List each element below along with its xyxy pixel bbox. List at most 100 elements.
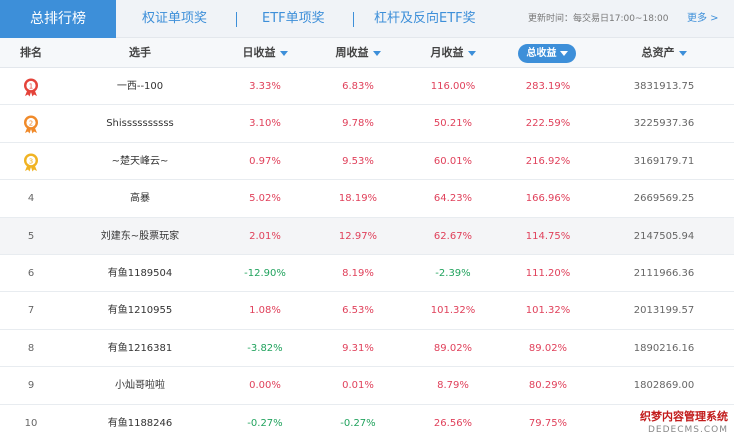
player-name[interactable]: 小灿哥啦啦 xyxy=(62,367,218,404)
total-assets: 2147505.94 xyxy=(633,230,695,242)
caret-down-icon xyxy=(559,50,568,56)
table-row[interactable]: 3 ~楚天峰云~ 0.97% 9.53% 60.01% 216.92% 3169… xyxy=(0,143,734,181)
week-return: 9.53% xyxy=(342,155,374,167)
tab-etf-award[interactable]: ETF单项奖 xyxy=(262,0,325,38)
table-row[interactable]: 2 Shissssssssss 3.10% 9.78% 50.21% 222.5… xyxy=(0,105,734,143)
day-return: 2.01% xyxy=(249,230,281,242)
sort-week-return[interactable]: 周收益 xyxy=(312,38,404,68)
total-assets: 2669569.25 xyxy=(633,193,695,205)
total-assets: 2013199.57 xyxy=(633,305,695,317)
svg-text:1: 1 xyxy=(29,82,33,90)
tab-leveraged-etf-award[interactable]: 杠杆及反向ETF奖 xyxy=(374,0,476,38)
month-return: 101.32% xyxy=(430,305,476,317)
table-row[interactable]: 9 小灿哥啦啦 0.00% 0.01% 8.79% 80.29% 1802869… xyxy=(0,367,734,405)
col-rank: 排名 xyxy=(0,38,62,68)
rank-cell: 1 xyxy=(0,68,62,105)
rank-number: 5 xyxy=(27,230,35,242)
sort-day-return[interactable]: 日收益 xyxy=(218,38,312,68)
tab-separator xyxy=(353,12,354,27)
sort-total-assets[interactable]: 总资产 xyxy=(594,38,734,68)
col-week-label: 周收益 xyxy=(335,46,369,59)
table-header: 排名 选手 日收益 周收益 月收益 总资产 xyxy=(0,38,734,68)
table-row[interactable]: 4 高暴 5.02% 18.19% 64.23% 166.96% 2669569… xyxy=(0,180,734,218)
update-time-note: 更新时间：每交易日17:00~18:00 xyxy=(528,14,669,24)
table-row[interactable]: 1 一西--100 3.33% 6.83% 116.00% 283.19% 38… xyxy=(0,68,734,106)
col-player-label: 选手 xyxy=(129,46,151,59)
total-assets: 3169179.71 xyxy=(633,155,695,167)
day-return: -0.27% xyxy=(247,417,283,429)
day-return: -3.82% xyxy=(247,342,283,354)
table-row[interactable]: 7 有鱼1210955 1.08% 6.53% 101.32% 101.32% … xyxy=(0,292,734,330)
player-name[interactable]: 刘建东~股票玩家 xyxy=(62,218,218,255)
rank-number: 10 xyxy=(24,417,38,429)
total-return: 80.29% xyxy=(528,380,568,392)
day-return: 3.10% xyxy=(249,118,281,130)
total-return: 101.32% xyxy=(525,305,571,317)
player-name[interactable]: 有鱼1189504 xyxy=(62,255,218,292)
player-name[interactable]: 有鱼1188246 xyxy=(62,405,218,442)
rank-cell: 3 xyxy=(0,143,62,180)
caret-down-icon xyxy=(467,50,476,56)
month-return: 8.79% xyxy=(437,380,469,392)
svg-text:3: 3 xyxy=(29,157,33,165)
col-month-label: 月收益 xyxy=(430,46,464,59)
total-return: 89.02% xyxy=(528,342,568,354)
player-name[interactable]: 高暴 xyxy=(62,180,218,217)
day-return: 0.00% xyxy=(249,380,281,392)
table-row[interactable]: 6 有鱼1189504 -12.90% 8.19% -2.39% 111.20%… xyxy=(0,255,734,293)
total-return: 283.19% xyxy=(525,81,571,92)
tab-bar: 总排行榜 权证单项奖 ETF单项奖 杠杆及反向ETF奖 更新时间：每交易日17:… xyxy=(0,0,734,38)
rank-number: 9 xyxy=(27,380,35,392)
table-row[interactable]: 5 刘建东~股票玩家 2.01% 12.97% 62.67% 114.75% 2… xyxy=(0,217,734,255)
player-name[interactable]: 有鱼1210955 xyxy=(62,292,218,329)
medal-icon-2: 2 xyxy=(24,115,38,134)
day-return: -12.90% xyxy=(244,267,286,279)
week-return: -0.27% xyxy=(340,417,376,429)
total-assets: 1802869.00 xyxy=(633,380,695,392)
month-return: 116.00% xyxy=(430,81,476,92)
total-assets: 3225937.36 xyxy=(633,118,695,130)
svg-text:2: 2 xyxy=(29,120,33,128)
player-name[interactable]: 有鱼1216381 xyxy=(62,330,218,367)
total-return: 166.96% xyxy=(525,193,571,205)
player-name[interactable]: 一西--100 xyxy=(62,68,218,105)
medal-icon-3: 3 xyxy=(24,153,38,172)
week-return: 18.19% xyxy=(338,193,378,205)
more-link[interactable]: 更多 > xyxy=(687,0,719,38)
site-watermark: 织梦内容管理系统 DEDECMS.COM xyxy=(620,410,728,436)
col-player: 选手 xyxy=(62,38,218,68)
total-return: 79.75% xyxy=(528,417,568,429)
month-return: 89.02% xyxy=(433,342,473,354)
week-return: 9.31% xyxy=(342,342,374,354)
total-return: 222.59% xyxy=(525,118,571,130)
player-name[interactable]: Shissssssssss xyxy=(62,105,218,142)
month-return: 50.21% xyxy=(433,118,473,130)
sort-total-return-active[interactable]: 总收益 xyxy=(518,44,576,63)
day-return: 5.02% xyxy=(249,193,281,205)
watermark-title: 织梦内容管理系统 xyxy=(640,410,728,423)
rank-number: 4 xyxy=(27,193,35,205)
month-return: 62.67% xyxy=(433,230,473,242)
caret-down-icon xyxy=(678,50,687,56)
rank-cell: 2 xyxy=(0,105,62,142)
month-return: 26.56% xyxy=(433,417,473,429)
caret-down-icon xyxy=(372,50,381,56)
total-assets: 2111966.36 xyxy=(633,267,695,279)
total-return: 216.92% xyxy=(525,155,571,167)
week-return: 6.53% xyxy=(342,305,374,317)
tab-warrant-award[interactable]: 权证单项奖 xyxy=(142,0,207,38)
table-row[interactable]: 8 有鱼1216381 -3.82% 9.31% 89.02% 89.02% 1… xyxy=(0,330,734,368)
tab-overall-ranking[interactable]: 总排行榜 xyxy=(0,0,116,38)
col-total-label: 总收益 xyxy=(526,48,557,59)
medal-icon-1: 1 xyxy=(24,78,38,97)
month-return: 60.01% xyxy=(433,155,473,167)
day-return: 1.08% xyxy=(249,305,281,317)
sort-month-return[interactable]: 月收益 xyxy=(404,38,502,68)
tab-separator xyxy=(236,12,237,27)
player-name[interactable]: ~楚天峰云~ xyxy=(62,143,218,180)
total-return: 111.20% xyxy=(525,267,571,279)
rank-number: 6 xyxy=(27,267,35,279)
week-return: 6.83% xyxy=(342,81,374,92)
week-return: 9.78% xyxy=(342,118,374,130)
rank-number: 7 xyxy=(27,305,35,317)
